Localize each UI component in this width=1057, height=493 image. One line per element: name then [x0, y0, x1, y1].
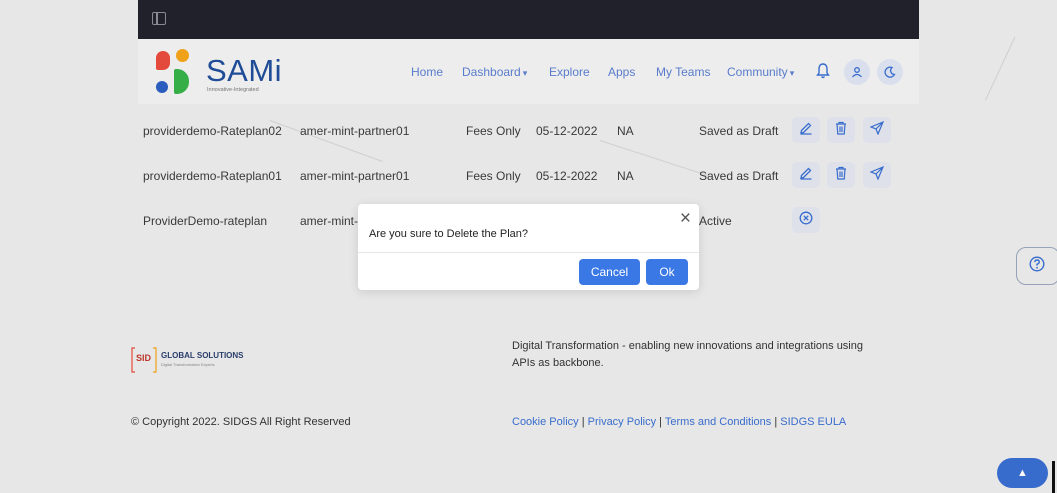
ok-button[interactable]: Ok [646, 259, 688, 285]
delete-confirm-dialog: Are you sure to Delete the Plan? × Cance… [358, 204, 699, 290]
dialog-divider [358, 252, 699, 253]
close-icon[interactable]: × [680, 209, 691, 228]
cancel-button[interactable]: Cancel [579, 259, 640, 285]
dialog-message: Are you sure to Delete the Plan? [369, 228, 528, 240]
